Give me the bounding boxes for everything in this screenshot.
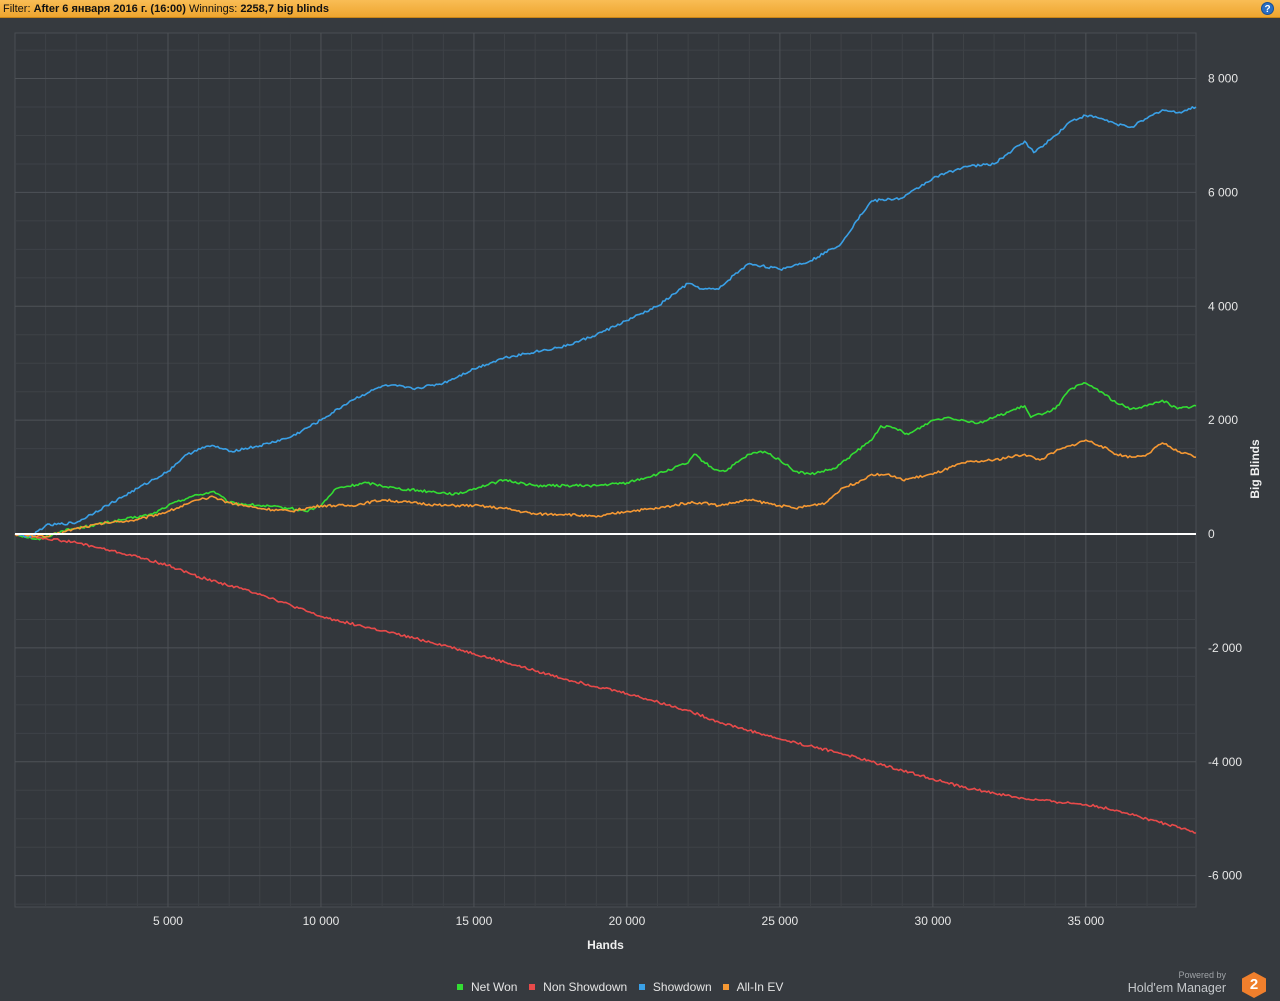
filter-label: Filter: bbox=[3, 3, 31, 15]
x-tick-label: 15 000 bbox=[456, 914, 493, 928]
y-tick-label: 0 bbox=[1208, 527, 1215, 541]
filter-bar: Filter: After 6 января 2016 г. (16:00) W… bbox=[0, 0, 1280, 18]
x-tick-label: 20 000 bbox=[609, 914, 646, 928]
legend-label-all-in-ev: All-In EV bbox=[736, 980, 784, 994]
x-tick-label: 5 000 bbox=[153, 914, 183, 928]
legend-label-net-won: Net Won bbox=[471, 980, 518, 994]
powered-by-label: Powered by bbox=[1178, 970, 1226, 980]
question-icon[interactable]: ? bbox=[1261, 2, 1274, 15]
winnings-line-chart: 8 000 6 000 4 000 2 000 0 -2 000 -4 000 -6 000 5… bbox=[14, 32, 1262, 952]
legend-item-net-won[interactable]: Net Won bbox=[456, 980, 518, 994]
winnings-value: 2258,7 big blinds bbox=[240, 3, 329, 15]
hem2-logo-icon: 2 bbox=[1242, 972, 1266, 998]
powered-by-branding: Powered by Hold'em Manager 2 bbox=[1128, 969, 1266, 999]
legend-item-showdown[interactable]: Showdown bbox=[638, 980, 712, 994]
legend-label-showdown: Showdown bbox=[652, 980, 712, 994]
legend-swatch-showdown bbox=[638, 984, 645, 990]
legend-item-non-showdown[interactable]: Non Showdown bbox=[528, 980, 628, 994]
x-axis-label: Hands bbox=[587, 938, 624, 952]
legend-label-non-showdown: Non Showdown bbox=[543, 980, 628, 994]
winnings-label: Winnings: bbox=[188, 3, 238, 15]
product-name: Hold'em Manager bbox=[1127, 981, 1226, 995]
y-tick-label: -4 000 bbox=[1208, 755, 1242, 769]
y-tick-label: 4 000 bbox=[1208, 299, 1238, 313]
y-tick-label: 6 000 bbox=[1208, 185, 1238, 199]
legend-swatch-all-in-ev bbox=[722, 984, 729, 990]
y-tick-label: -6 000 bbox=[1208, 869, 1242, 883]
x-tick-label: 25 000 bbox=[762, 914, 799, 928]
y-axis-label: Big Blinds bbox=[1248, 439, 1262, 499]
legend-swatch-non-showdown bbox=[528, 984, 535, 990]
y-tick-label: -2 000 bbox=[1208, 641, 1242, 655]
x-tick-label: 35 000 bbox=[1068, 914, 1105, 928]
y-tick-label: 8 000 bbox=[1208, 72, 1238, 86]
legend-item-all-in-ev[interactable]: All-In EV bbox=[722, 980, 784, 994]
y-tick-label: 2 000 bbox=[1208, 413, 1238, 427]
filter-value[interactable]: After 6 января 2016 г. (16:00) bbox=[34, 3, 186, 15]
x-tick-label: 10 000 bbox=[303, 914, 340, 928]
x-tick-label: 30 000 bbox=[915, 914, 952, 928]
legend-swatch-net-won bbox=[456, 984, 463, 990]
chart-legend: Net Won Non Showdown Showdown All-In EV bbox=[0, 980, 1240, 994]
